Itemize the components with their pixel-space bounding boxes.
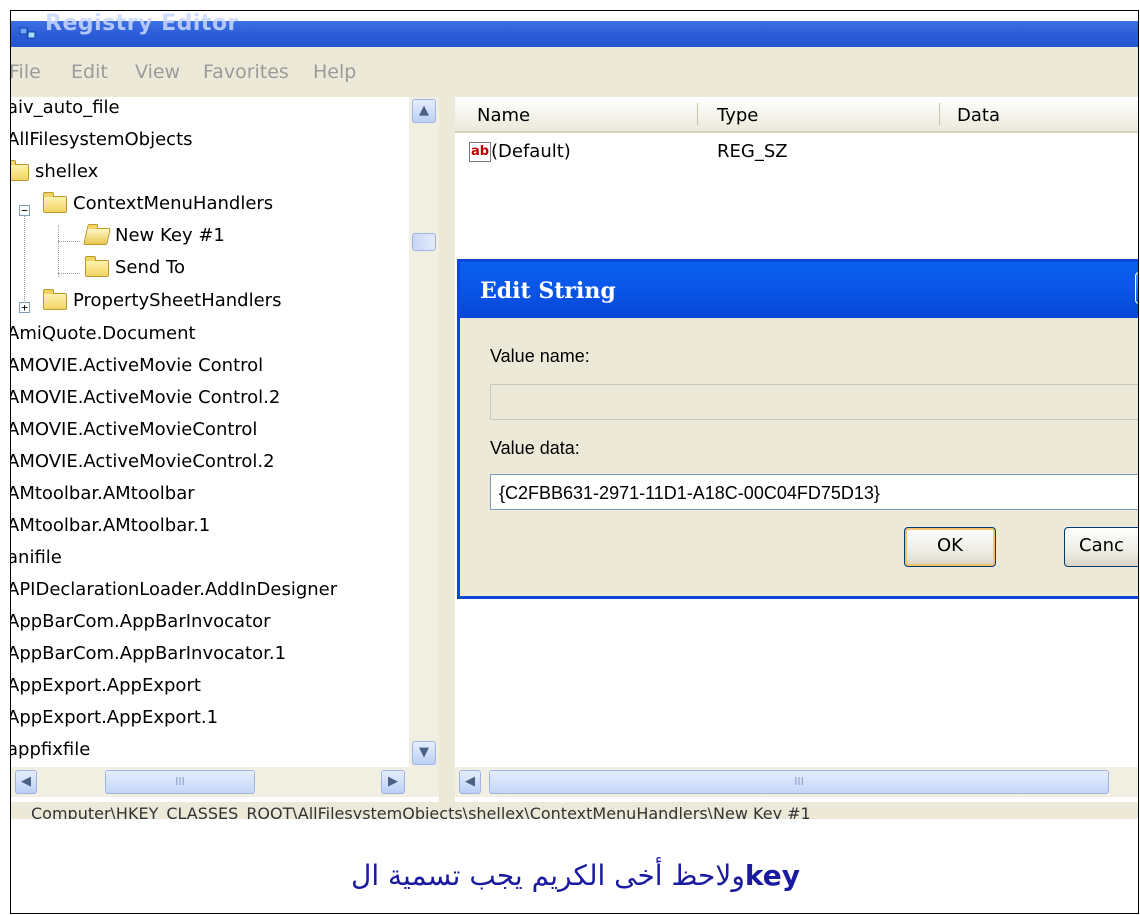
tree-item[interactable]: AppBarCom.AppBarInvocator.1 [11, 643, 286, 673]
caption: keyولاحظ أخى الكريم يجب تسمية ال [11, 859, 1138, 892]
tree-item-send-to[interactable]: Send To [85, 255, 185, 287]
folder-icon [85, 255, 109, 277]
expand-icon[interactable]: + [19, 302, 30, 313]
tree-item[interactable]: AMOVIE.ActiveMovieControl [11, 419, 257, 449]
list-row-default[interactable]: ab (Default) [469, 141, 571, 167]
scroll-right-arrow-icon[interactable]: ▶ [381, 770, 405, 794]
window-title: Registry Editor [45, 11, 239, 36]
value-type: REG_SZ [717, 141, 788, 162]
tree-item[interactable]: AmiQuote.Document [11, 323, 196, 353]
column-header-data[interactable]: Data [957, 105, 1000, 126]
scroll-left-arrow-icon[interactable]: ◀ [459, 770, 481, 794]
menu-edit[interactable]: Edit [71, 61, 108, 83]
value-name-label: Value name: [490, 346, 590, 366]
status-path: Computer\HKEY_CLASSES_ROOT\AllFilesystem… [31, 804, 811, 819]
tree-hscroll-thumb[interactable]: III [105, 770, 255, 794]
menu-file[interactable]: File [11, 61, 41, 83]
tree-item-aiv-auto-file[interactable]: aiv_auto_file [11, 97, 120, 127]
tree-item[interactable]: AMOVIE.ActiveMovie Control.2 [11, 387, 280, 417]
menu-view[interactable]: View [135, 61, 180, 83]
string-value-icon: ab [469, 142, 491, 162]
title-bar[interactable]: Registry Editor [11, 11, 1138, 47]
tree-item[interactable]: anifile [11, 547, 62, 577]
key-tree: aiv_auto_file AllFilesystemObjects shell… [11, 97, 440, 767]
dialog-title: Edit String [480, 278, 616, 304]
tree-item[interactable]: AMOVIE.ActiveMovie Control [11, 355, 263, 385]
value-data-field[interactable]: {C2FBB631-2971-11D1-A18C-00C04FD75D13} [490, 474, 1138, 510]
ok-button[interactable]: OK [904, 527, 996, 567]
tree-item-new-key-1[interactable]: New Key #1 [83, 225, 225, 255]
tree-item[interactable]: AppBarCom.AppBarInvocator [11, 611, 271, 641]
caption-text: ولاحظ أخى الكريم يجب تسمية ال [351, 859, 745, 892]
open-folder-icon [83, 227, 111, 245]
edit-string-dialog: Edit String Value name: Value data: {C2F… [457, 259, 1138, 599]
list-hscroll-thumb[interactable]: III [489, 770, 1109, 794]
value-name: (Default) [491, 141, 571, 162]
folder-icon [43, 191, 67, 213]
tree-connector [24, 209, 25, 309]
tree-item[interactable]: APIDeclarationLoader.AddInDesigner [11, 579, 337, 609]
collapse-icon[interactable]: − [19, 205, 30, 216]
tree-item[interactable]: AppExport.AppExport [11, 675, 201, 705]
tree-item-allfilesystemobjects[interactable]: AllFilesystemObjects [11, 129, 193, 159]
status-bar: Computer\HKEY_CLASSES_ROOT\AllFilesystem… [11, 802, 1138, 819]
tree-item[interactable]: AMtoolbar.AMtoolbar [11, 483, 195, 513]
close-icon[interactable] [1135, 272, 1138, 304]
tree-item-shellex[interactable]: shellex [11, 159, 98, 191]
menu-bar: File Edit View Favorites Help [11, 47, 1138, 97]
scroll-up-arrow-icon[interactable]: ▲ [412, 99, 436, 123]
registry-app-icon [19, 27, 36, 39]
screenshot-frame: Registry Editor File Edit View Favorites… [10, 10, 1139, 914]
value-name-field[interactable] [490, 384, 1138, 420]
tree-item[interactable]: AppExport.AppExport.1 [11, 707, 218, 737]
menu-help[interactable]: Help [313, 61, 356, 83]
tree-item-contextmenuhandlers[interactable]: ContextMenuHandlers [43, 191, 273, 223]
caption-keyword: key [744, 859, 800, 892]
tree-item[interactable]: appfixfile [11, 739, 90, 767]
cancel-button[interactable]: Canc [1064, 527, 1138, 567]
folder-icon [43, 288, 67, 310]
value-data-label: Value data: [490, 438, 580, 458]
tree-scroll-thumb[interactable] [412, 233, 436, 251]
tree-connector [58, 273, 80, 274]
column-header-name[interactable]: Name [477, 105, 530, 126]
list-header: Name Type Data [455, 97, 1138, 133]
tree-vertical-scrollbar[interactable] [409, 97, 439, 767]
tree-item[interactable]: AMtoolbar.AMtoolbar.1 [11, 515, 210, 545]
tree-item[interactable]: AMOVIE.ActiveMovieControl.2 [11, 451, 275, 481]
scroll-down-arrow-icon[interactable]: ▼ [412, 741, 436, 765]
column-header-type[interactable]: Type [717, 105, 758, 126]
scroll-left-arrow-icon[interactable]: ◀ [15, 770, 37, 794]
dialog-title-bar[interactable]: Edit String [460, 262, 1138, 318]
tree-item-propertysheethandlers[interactable]: PropertySheetHandlers [43, 288, 281, 320]
tree-connector [58, 241, 80, 242]
column-divider[interactable] [939, 103, 940, 125]
registry-editor-window: Registry Editor File Edit View Favorites… [11, 11, 1138, 819]
tree-connector [58, 225, 59, 277]
column-divider[interactable] [697, 103, 698, 125]
menu-favorites[interactable]: Favorites [203, 61, 289, 83]
pane-splitter[interactable] [439, 97, 455, 802]
folder-icon [11, 159, 29, 181]
